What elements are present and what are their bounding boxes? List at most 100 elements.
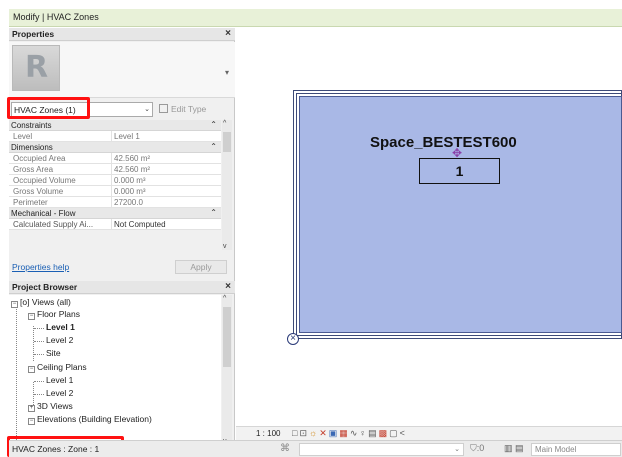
chevron-down-icon[interactable]: ▾ xyxy=(225,68,229,77)
project-browser-title: Project Browser xyxy=(12,282,78,292)
highlight-displacement-icon[interactable]: ▢ xyxy=(389,428,400,438)
property-value: 0.000 m³ xyxy=(111,175,209,186)
tree-node-label: Views (all) xyxy=(31,297,71,307)
collapse-icon[interactable]: ⌃ xyxy=(210,142,217,151)
visual-style-icon[interactable]: ⊡ xyxy=(299,428,309,438)
group-label: Mechanical - Flow xyxy=(11,209,76,218)
edit-type-label: Edit Type xyxy=(171,104,207,114)
scroll-down-icon[interactable]: v xyxy=(223,243,227,250)
views-icon: [o] xyxy=(20,297,30,307)
property-value: 0.000 m³ xyxy=(111,186,209,197)
property-group-mechanical-flow[interactable]: Mechanical - Flow ⌃ xyxy=(9,208,221,219)
tree-node-label: Level 1 xyxy=(46,375,74,385)
workset-field[interactable]: ⌄ xyxy=(299,443,464,456)
collapse-icon[interactable]: ⌃ xyxy=(210,120,217,129)
property-key: Occupied Area xyxy=(13,154,66,163)
scroll-up-icon[interactable]: ^ xyxy=(223,120,226,127)
properties-scrollbar[interactable]: ^ v xyxy=(222,120,232,250)
crop-view-icon[interactable]: ▣ xyxy=(329,428,340,438)
tree-node-label: Level 2 xyxy=(46,388,74,398)
left-dock: Properties × R ▾ HVAC Zones (1) ⌄ Edit T… xyxy=(9,28,235,454)
status-selection-text: HVAC Zones : Zone : 1 xyxy=(12,444,100,454)
zone-origin-icon[interactable]: × xyxy=(287,333,299,345)
collapse-icon[interactable]: − xyxy=(11,301,18,308)
temporary-hide-icon[interactable]: ∿ xyxy=(350,428,360,438)
tree-node-ceiling-level-2[interactable]: Level 2 xyxy=(46,388,73,398)
worksharing-icon[interactable]: ▤ xyxy=(368,428,379,438)
property-value: Not Computed xyxy=(111,219,209,230)
press-drag-icon[interactable]: ⌘ xyxy=(280,443,290,454)
selection-filter[interactable]: ⛉:0 xyxy=(470,443,484,454)
close-properties-icon[interactable]: × xyxy=(225,28,231,39)
property-row[interactable]: Occupied Volume 0.000 m³ xyxy=(9,175,221,186)
view-scale[interactable]: 1 : 100 xyxy=(256,429,280,438)
properties-help-link[interactable]: Properties help xyxy=(12,262,69,272)
space-number-tag[interactable]: 1 xyxy=(419,158,500,184)
tree-node-ceiling-level-1[interactable]: Level 1 xyxy=(46,375,73,385)
status-bar: HVAC Zones : Zone : 1 ⌘ ⌄ ⛉:0 ▥ ▤ Main M… xyxy=(9,440,622,457)
tree-node-floor-plans[interactable]: − Floor Plans xyxy=(28,309,80,320)
filter-icon: ⛉ xyxy=(470,443,477,453)
tree-node-level-2[interactable]: Level 2 xyxy=(46,335,73,345)
properties-footer: Properties help Apply xyxy=(9,259,235,275)
show-crop-icon[interactable]: ▦ xyxy=(339,428,350,438)
property-row[interactable]: Occupied Area 42.560 m² xyxy=(9,153,221,164)
sun-path-icon[interactable]: ☼ xyxy=(309,428,319,438)
editable-only-icon[interactable]: ▥ ▤ xyxy=(504,443,524,454)
close-project-browser-icon[interactable]: × xyxy=(225,281,231,292)
view-control-icons[interactable]: □⊡☼✕▣▦∿♀▤▩▢< xyxy=(292,428,407,439)
property-value[interactable]: Level 1 xyxy=(111,131,209,142)
filter-count: :0 xyxy=(476,443,485,453)
collapse-icon[interactable]: − xyxy=(28,313,35,320)
scroll-thumb[interactable] xyxy=(223,307,231,367)
scroll-thumb[interactable] xyxy=(223,132,231,152)
group-label: Constraints xyxy=(11,121,52,130)
tree-node-site[interactable]: Site xyxy=(46,348,61,358)
apply-button[interactable]: Apply xyxy=(175,260,227,274)
property-row[interactable]: Perimeter 27200.0 xyxy=(9,197,221,208)
property-value: 27200.0 xyxy=(111,197,209,208)
expand-icon[interactable]: + xyxy=(28,405,35,412)
space-name-tag[interactable]: Space_BESTEST600 xyxy=(370,134,517,151)
project-browser-header: Project Browser × xyxy=(9,281,235,294)
more-icon[interactable]: < xyxy=(400,428,407,438)
chevron-down-icon: ⌄ xyxy=(454,446,460,453)
property-key: Calculated Supply Ai... xyxy=(13,220,94,229)
group-label: Dimensions xyxy=(11,143,53,152)
property-key: Occupied Volume xyxy=(13,176,76,185)
property-group-dimensions[interactable]: Dimensions ⌃ xyxy=(9,142,221,153)
collapse-icon[interactable]: − xyxy=(28,366,35,373)
tree-node-elevations[interactable]: − Elevations (Building Elevation) xyxy=(28,414,152,425)
project-browser-scrollbar[interactable]: ^ v xyxy=(222,295,232,445)
edit-type-button[interactable]: Edit Type xyxy=(159,104,206,114)
property-row[interactable]: Level Level 1 xyxy=(9,131,221,142)
analysis-display-icon[interactable]: ▩ xyxy=(379,428,390,438)
property-value: 42.560 m² xyxy=(111,153,209,164)
tree-node-ceiling-plans[interactable]: − Ceiling Plans xyxy=(28,362,87,373)
type-preview: R ▾ xyxy=(9,42,235,98)
property-row[interactable]: Calculated Supply Ai... Not Computed xyxy=(9,219,221,230)
property-key: Perimeter xyxy=(13,198,48,207)
tree-node-3d-views[interactable]: +3D Views xyxy=(28,401,73,412)
scroll-up-icon[interactable]: ^ xyxy=(223,295,226,302)
property-key: Gross Volume xyxy=(13,187,64,196)
view-control-bar: 1 : 100 □⊡☼✕▣▦∿♀▤▩▢< xyxy=(236,426,622,440)
drawing-area[interactable]: Space_BESTEST600 ✥ 1 × xyxy=(236,28,622,426)
revit-logo-icon: R xyxy=(12,45,60,91)
tree-node-label: Ceiling Plans xyxy=(37,362,87,372)
property-key: Gross Area xyxy=(13,165,54,174)
collapse-icon[interactable]: ⌃ xyxy=(210,208,217,217)
property-row[interactable]: Gross Area 42.560 m² xyxy=(9,164,221,175)
hvac-zone-fill[interactable] xyxy=(299,96,622,333)
tree-node-label: Floor Plans xyxy=(37,309,80,319)
tree-node-views-all[interactable]: − [o] Views (all) xyxy=(11,297,71,308)
design-option-field[interactable]: Main Model xyxy=(531,443,621,456)
expand-icon[interactable]: − xyxy=(28,418,35,425)
ribbon-context-tab[interactable]: Modify | HVAC Zones xyxy=(9,9,622,27)
property-group-constraints[interactable]: Constraints ⌃ xyxy=(9,120,221,131)
tree-node-level-1-active[interactable]: Level 1 xyxy=(46,322,75,332)
shadows-icon[interactable]: ✕ xyxy=(319,428,329,438)
tree-node-label: 3D Views xyxy=(37,401,73,411)
property-row[interactable]: Gross Volume 0.000 m³ xyxy=(9,186,221,197)
reveal-hidden-icon[interactable]: ♀ xyxy=(359,428,368,438)
